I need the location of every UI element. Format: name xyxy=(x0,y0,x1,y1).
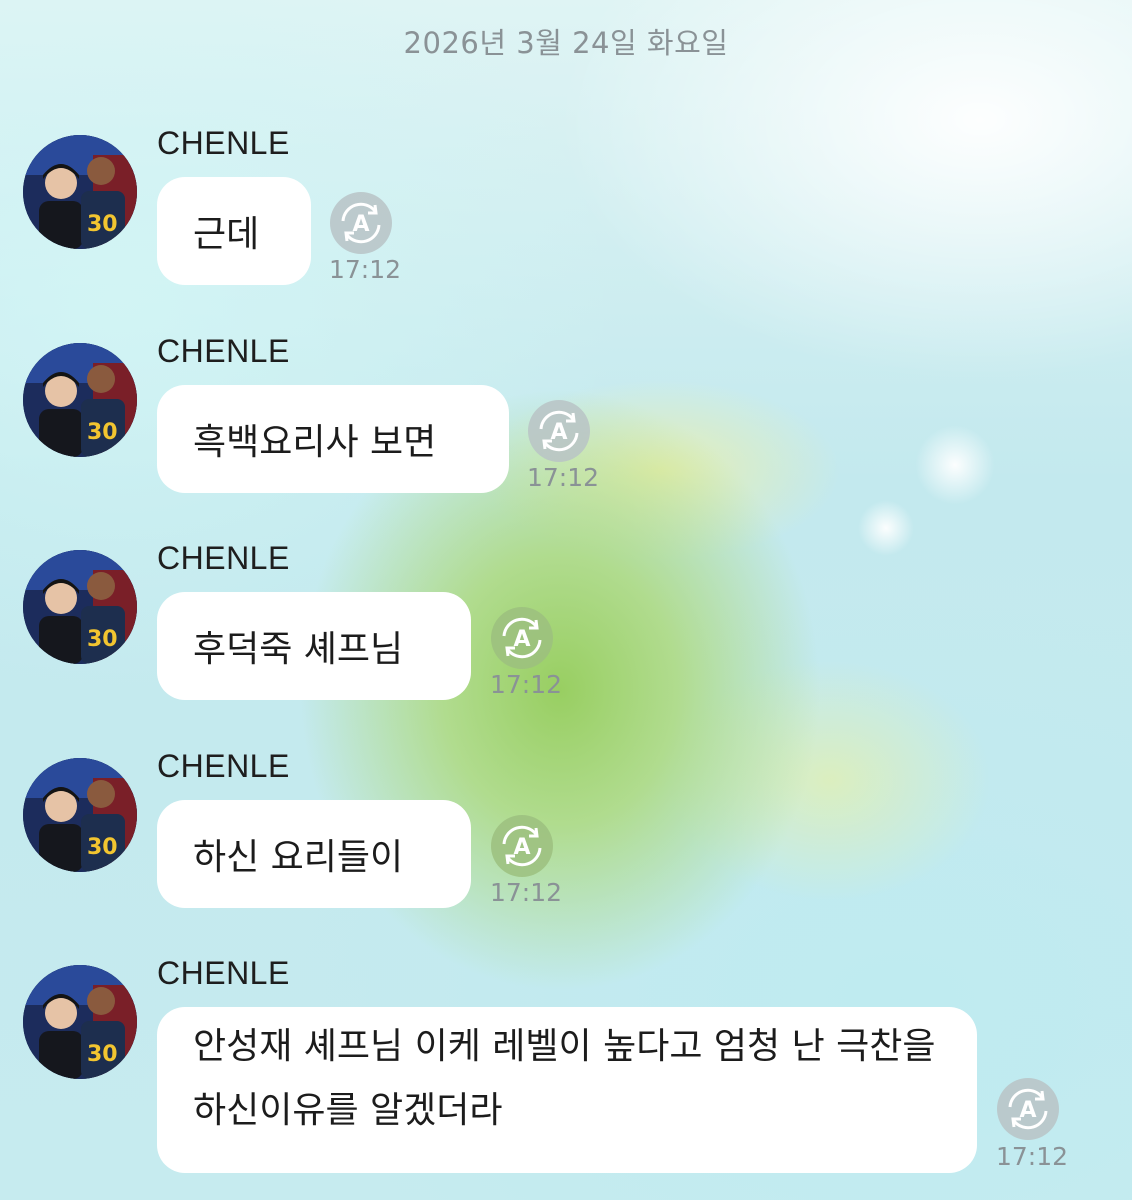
sender-avatar[interactable]: 30 xyxy=(23,550,137,664)
auto-translate-icon[interactable]: A xyxy=(490,606,554,670)
date-header: 2026년 3월 24일 화요일 xyxy=(403,26,729,60)
profile-photo-icon: 30 xyxy=(23,135,137,249)
sender-avatar[interactable]: 30 xyxy=(23,135,137,249)
message-time: 17:12 xyxy=(490,878,563,907)
wallpaper-glow xyxy=(915,425,995,505)
sender-name: CHENLE xyxy=(157,125,290,161)
svg-text:A: A xyxy=(513,627,530,652)
auto-translate-icon[interactable]: A xyxy=(527,399,591,463)
svg-text:30: 30 xyxy=(87,627,118,652)
svg-text:A: A xyxy=(513,835,530,860)
message-bubble[interactable]: 흑백요리사 보면 xyxy=(157,385,509,493)
svg-text:A: A xyxy=(550,420,567,445)
auto-translate-icon[interactable]: A xyxy=(329,191,393,255)
sender-name: CHENLE xyxy=(157,748,290,784)
profile-photo-icon: 30 xyxy=(23,550,137,664)
svg-text:A: A xyxy=(352,212,369,237)
profile-photo-icon: 30 xyxy=(23,965,137,1079)
auto-translate-icon[interactable]: A xyxy=(490,814,554,878)
svg-text:30: 30 xyxy=(87,212,118,237)
svg-text:A: A xyxy=(1019,1098,1036,1123)
svg-text:30: 30 xyxy=(87,420,118,445)
message-bubble[interactable]: 하신 요리들이 xyxy=(157,800,471,908)
sender-avatar[interactable]: 30 xyxy=(23,758,137,872)
message-bubble[interactable]: 안성재 셰프님 이케 레벨이 높다고 엄청 난 극찬을 하신이유를 알겠더라 xyxy=(157,1007,977,1173)
profile-photo-icon: 30 xyxy=(23,343,137,457)
sender-avatar[interactable]: 30 xyxy=(23,965,137,1079)
sender-avatar[interactable]: 30 xyxy=(23,343,137,457)
svg-text:30: 30 xyxy=(87,835,118,860)
sender-name: CHENLE xyxy=(157,333,290,369)
message-time: 17:12 xyxy=(329,255,402,284)
message-bubble[interactable]: 후덕죽 셰프님 xyxy=(157,592,471,700)
sender-name: CHENLE xyxy=(157,540,290,576)
message-time: 17:12 xyxy=(490,670,563,699)
message-time: 17:12 xyxy=(996,1142,1069,1171)
auto-translate-icon[interactable]: A xyxy=(996,1077,1060,1141)
sender-name: CHENLE xyxy=(157,955,290,991)
wallpaper-glow xyxy=(858,500,914,556)
svg-text:30: 30 xyxy=(87,1042,118,1067)
message-bubble[interactable]: 근데 xyxy=(157,177,311,285)
profile-photo-icon: 30 xyxy=(23,758,137,872)
message-time: 17:12 xyxy=(527,463,600,492)
